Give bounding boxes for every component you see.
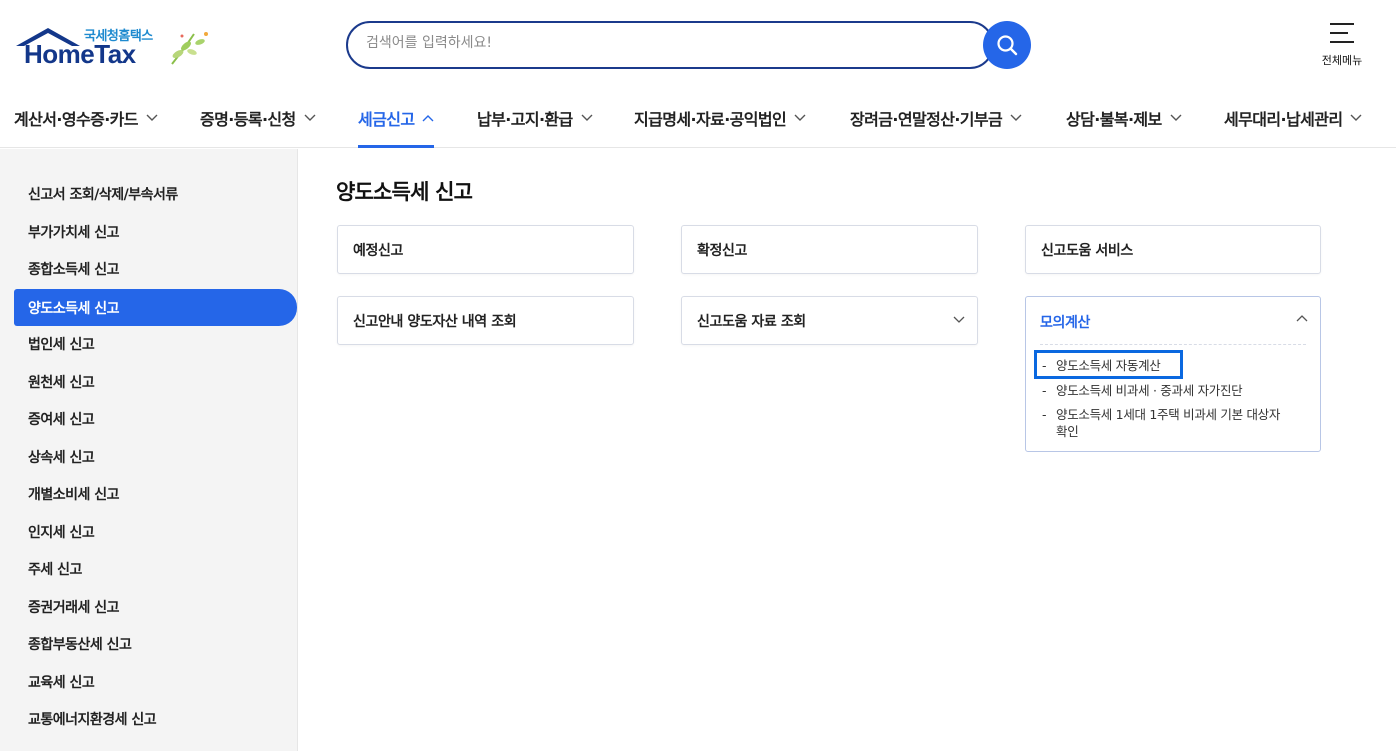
- sidebar-item-stamp-tax[interactable]: 인지세 신고: [14, 513, 297, 550]
- gnb-item-certificate[interactable]: 증명·등록·신청: [200, 88, 316, 148]
- sidebar-item-label: 교육세 신고: [28, 674, 95, 691]
- gnb-item-label: 세금신고: [358, 110, 415, 129]
- gnb-item-tax-return[interactable]: 세금신고: [358, 88, 435, 148]
- gnb-item-label: 장려금·연말정산·기부금: [850, 110, 1003, 129]
- logo-text: HomeTax: [24, 39, 136, 69]
- link-self-diagnosis[interactable]: - 양도소득세 비과세 · 중과세 자가진단: [1042, 382, 1243, 399]
- selection-highlight: [1034, 350, 1183, 379]
- card-preliminary-return[interactable]: 예정신고: [337, 225, 634, 274]
- sidebar-item-traffic-energy-tax[interactable]: 교통에너지환경세 신고: [14, 700, 297, 737]
- link-label: 양도소득세 비과세 · 중과세 자가진단: [1056, 383, 1243, 398]
- chevron-down-icon: [1170, 114, 1182, 121]
- sidebar-item-label: 원천세 신고: [28, 374, 95, 391]
- chevron-down-icon: [953, 316, 965, 323]
- chevron-up-icon: [422, 115, 434, 122]
- sidebar-item-securities-tax[interactable]: 증권거래세 신고: [14, 588, 297, 625]
- sidebar-item-label: 상속세 신고: [28, 449, 95, 466]
- sidebar-item-consumption-tax[interactable]: 개별소비세 신고: [14, 475, 297, 512]
- link-one-house-exemption[interactable]: - 양도소득세 1세대 1주택 비과세 기본 대상자 확인: [1042, 406, 1280, 440]
- search-input[interactable]: [366, 35, 966, 51]
- gnb-item-payment[interactable]: 납부·고지·환급: [477, 88, 593, 148]
- chevron-down-icon: [1350, 114, 1362, 121]
- sidebar-item-label: 신고서 조회/삭제/부속서류: [28, 186, 178, 203]
- sidebar-item-property-tax[interactable]: 종합부동산세 신고: [14, 625, 297, 662]
- card-label: 신고도움 자료 조회: [697, 313, 806, 330]
- gnb-item-label: 상담·불복·제보: [1066, 110, 1162, 129]
- link-label-continued: 확인: [1056, 424, 1079, 439]
- sidebar-item-gift-tax[interactable]: 증여세 신고: [14, 400, 297, 437]
- sidebar-item-liquor-tax[interactable]: 주세 신고: [14, 550, 297, 587]
- sidebar-item-withholding-tax[interactable]: 원천세 신고: [14, 363, 297, 400]
- search-box: [346, 21, 994, 69]
- global-navigation: 계산서·영수증·카드 증명·등록·신청 세금신고 납부·고지·환급 지급명세·자…: [0, 88, 1396, 148]
- sidebar-item-education-tax[interactable]: 교육세 신고: [14, 663, 297, 700]
- card-return-help-service[interactable]: 신고도움 서비스: [1025, 225, 1321, 274]
- gnb-item-tax-agent[interactable]: 세무대리·납세관리: [1224, 88, 1362, 148]
- sidebar-item-vat[interactable]: 부가가치세 신고: [14, 213, 297, 250]
- sidebar-item-inheritance-tax[interactable]: 상속세 신고: [14, 438, 297, 475]
- hamburger-menu-icon: [1330, 23, 1354, 43]
- all-menu-button[interactable]: 전체메뉴: [1312, 22, 1372, 68]
- card-transfer-asset-lookup[interactable]: 신고안내 양도자산 내역 조회: [337, 296, 634, 345]
- bullet-dash: -: [1042, 383, 1047, 398]
- card-return-help-data[interactable]: 신고도움 자료 조회: [681, 296, 978, 345]
- gnb-item-consultation[interactable]: 상담·불복·제보: [1066, 88, 1182, 148]
- sidebar-item-corporate-tax[interactable]: 법인세 신고: [14, 325, 297, 362]
- card-label: 신고안내 양도자산 내역 조회: [353, 313, 517, 330]
- card-final-return[interactable]: 확정신고: [681, 225, 978, 274]
- chevron-up-icon[interactable]: [1296, 314, 1308, 322]
- divider: [1040, 344, 1306, 345]
- chevron-down-icon: [1010, 114, 1022, 121]
- gnb-item-label: 증명·등록·신청: [200, 110, 296, 129]
- gnb-item-invoice[interactable]: 계산서·영수증·카드: [14, 88, 158, 148]
- search-bar: [346, 21, 1032, 69]
- card-label: 신고도움 서비스: [1041, 242, 1133, 259]
- sidebar-item-label: 개별소비세 신고: [28, 486, 120, 503]
- chevron-down-icon: [146, 114, 158, 121]
- leaf-decoration-icon: [171, 32, 208, 65]
- sidebar-item-label: 주세 신고: [28, 561, 82, 578]
- page-title: 양도소득세 신고: [336, 180, 473, 204]
- sidebar-item-label: 교통에너지환경세 신고: [28, 711, 157, 728]
- gnb-item-label: 계산서·영수증·카드: [14, 110, 139, 129]
- chevron-down-icon: [581, 114, 593, 121]
- gnb-item-label: 지급명세·자료·공익법인: [634, 110, 787, 129]
- sidebar-item-label: 종합부동산세 신고: [28, 636, 132, 653]
- sidebar-item-return-lookup[interactable]: 신고서 조회/삭제/부속서류: [14, 175, 297, 212]
- bullet-dash: -: [1042, 407, 1047, 422]
- gnb-item-label: 세무대리·납세관리: [1224, 110, 1343, 129]
- search-button[interactable]: [983, 21, 1031, 69]
- sidebar-item-label: 증여세 신고: [28, 411, 95, 428]
- all-menu-label: 전체메뉴: [1321, 54, 1363, 67]
- hometax-logo[interactable]: 국세청홈택스 HomeTax: [14, 20, 214, 70]
- chevron-down-icon: [794, 114, 806, 121]
- gnb-item-incentive[interactable]: 장려금·연말정산·기부금: [850, 88, 1022, 148]
- card-label: 확정신고: [697, 242, 747, 259]
- mock-calculation-title[interactable]: 모의계산: [1040, 312, 1090, 332]
- sidebar-item-label: 법인세 신고: [28, 336, 95, 353]
- chevron-down-icon: [304, 114, 316, 121]
- sidebar-item-label: 인지세 신고: [28, 524, 95, 541]
- sidebar-item-capital-gains[interactable]: 양도소득세 신고: [14, 289, 297, 326]
- sidebar-item-label: 양도소득세 신고: [28, 300, 120, 317]
- sidebar: 신고서 조회/삭제/부속서류 부가가치세 신고 종합소득세 신고 양도소득세 신…: [0, 149, 298, 751]
- gnb-item-label: 납부·고지·환급: [477, 110, 573, 129]
- sidebar-item-income-tax[interactable]: 종합소득세 신고: [14, 250, 297, 287]
- link-label: 양도소득세 1세대 1주택 비과세 기본 대상자: [1056, 407, 1281, 422]
- card-label: 예정신고: [353, 242, 403, 259]
- gnb-item-payment-statement[interactable]: 지급명세·자료·공익법인: [634, 88, 806, 148]
- sidebar-item-label: 증권거래세 신고: [28, 599, 120, 616]
- search-icon: [997, 35, 1018, 56]
- sidebar-item-label: 종합소득세 신고: [28, 261, 120, 278]
- sidebar-item-label: 부가가치세 신고: [28, 224, 120, 241]
